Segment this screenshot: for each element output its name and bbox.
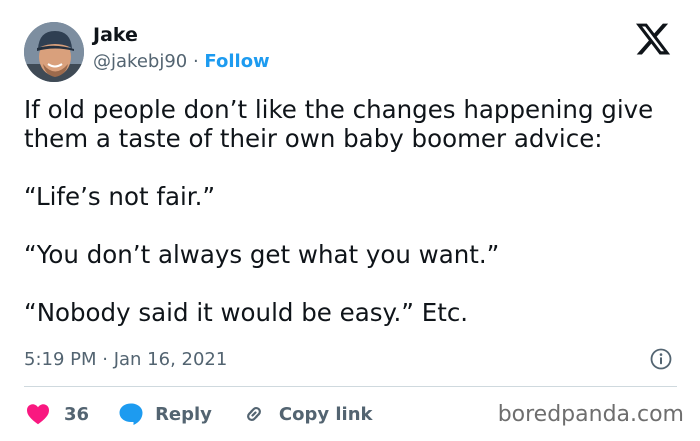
tweet-text: If old people don’t like the changes hap… <box>24 95 684 327</box>
author-name[interactable]: Jake <box>93 24 138 46</box>
reply-label: Reply <box>155 403 212 425</box>
heart-icon <box>26 403 50 425</box>
avatar-photo <box>24 22 84 82</box>
author-handle-row: @jakebj90 · Follow <box>93 51 270 72</box>
reply-button[interactable]: Reply <box>118 402 212 426</box>
copy-link-button[interactable]: Copy link <box>242 402 373 426</box>
action-bar: 36 Reply Copy link <box>26 400 373 428</box>
like-button[interactable]: 36 <box>26 403 89 425</box>
copy-link-label: Copy link <box>278 403 373 425</box>
info-icon[interactable] <box>650 348 672 370</box>
tweet-line: If old people don’t like the changes hap… <box>24 95 654 124</box>
tweet-line: them a taste of their own baby boomer ad… <box>24 124 603 153</box>
x-logo-icon[interactable] <box>634 20 672 58</box>
tweet-line: “Life’s not fair.” <box>24 182 216 211</box>
separator-dot: · <box>192 51 199 72</box>
author-handle[interactable]: @jakebj90 <box>93 51 187 72</box>
watermark: boredpanda.com <box>497 402 684 427</box>
avatar[interactable] <box>24 22 84 82</box>
link-icon <box>242 402 266 426</box>
divider <box>24 386 677 387</box>
like-count: 36 <box>64 403 90 425</box>
tweet-line: “Nobody said it would be easy.” Etc. <box>24 298 469 327</box>
tweet-timestamp[interactable]: 5:19 PM · Jan 16, 2021 <box>24 349 227 370</box>
follow-button[interactable]: Follow <box>204 51 269 72</box>
tweet-line: “You don’t always get what you want.” <box>24 240 500 269</box>
reply-bubble-icon <box>118 402 144 426</box>
